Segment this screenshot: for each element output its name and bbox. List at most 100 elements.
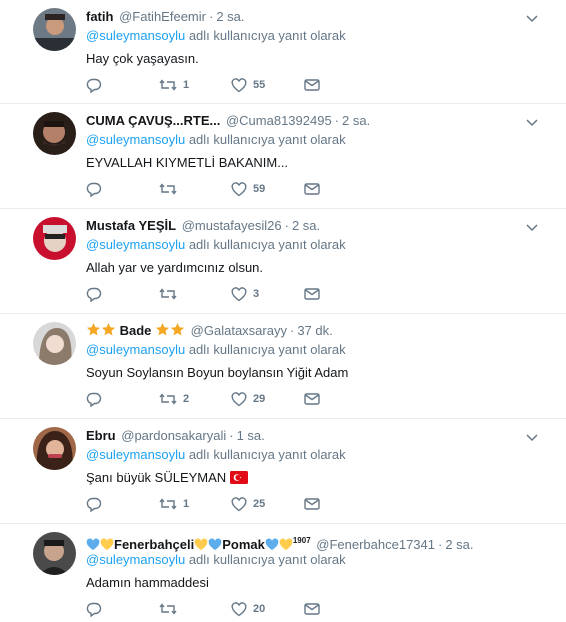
retweet-button[interactable] bbox=[159, 600, 183, 618]
heart-icon bbox=[231, 286, 247, 301]
like-button[interactable]: 3 bbox=[231, 285, 259, 303]
retweet-icon bbox=[159, 288, 177, 300]
timestamp[interactable]: 2 sa. bbox=[216, 9, 244, 24]
avatar[interactable] bbox=[33, 217, 76, 260]
reply-button[interactable] bbox=[86, 76, 108, 94]
mention-link[interactable]: @suleymansoylu bbox=[86, 237, 185, 252]
tweet-header: fatih @FatihEfeemir · 2 sa. bbox=[86, 8, 245, 25]
display-name[interactable]: CUMA ÇAVUŞ...RTE... bbox=[86, 113, 220, 128]
mention-link[interactable]: @suleymansoylu bbox=[86, 28, 185, 43]
retweet-icon bbox=[159, 79, 177, 91]
user-handle[interactable]: @pardonsakaryali bbox=[121, 428, 226, 443]
star-icon bbox=[86, 322, 101, 336]
yellow-heart-icon bbox=[194, 538, 208, 551]
direct-message-button[interactable] bbox=[304, 285, 320, 303]
direct-message-button[interactable] bbox=[304, 390, 320, 408]
tweet[interactable]: Ebru @pardonsakaryali · 1 sa. @suleymansoy… bbox=[0, 419, 566, 524]
like-button[interactable]: 25 bbox=[231, 495, 265, 513]
envelope-icon bbox=[304, 183, 320, 195]
chevron-down-icon bbox=[526, 119, 538, 127]
like-count: 29 bbox=[253, 393, 266, 405]
separator-dot: · bbox=[229, 428, 234, 443]
timestamp[interactable]: 2 sa. bbox=[292, 218, 320, 233]
chevron-down-icon bbox=[526, 15, 538, 23]
chevron-down-icon bbox=[526, 434, 538, 442]
reply-button[interactable] bbox=[86, 390, 108, 408]
tweet-header: Bade @Galataxsarayy · 37 dk. bbox=[86, 322, 333, 339]
reply-context: @suleymansoylu adlı kullanıcıya yanıt ol… bbox=[86, 341, 346, 358]
heart-icon bbox=[231, 77, 247, 92]
reply-prefix: adlı kullanıcıya yanıt olarak bbox=[188, 132, 346, 147]
like-button[interactable]: 20 bbox=[231, 600, 265, 618]
more-options-button[interactable] bbox=[526, 219, 538, 237]
avatar[interactable] bbox=[33, 427, 76, 470]
mention-link[interactable]: @suleymansoylu bbox=[86, 447, 185, 462]
retweet-button[interactable] bbox=[159, 180, 183, 198]
direct-message-button[interactable] bbox=[304, 180, 320, 198]
retweet-icon bbox=[159, 183, 177, 195]
user-handle[interactable]: @mustafayesil26 bbox=[182, 218, 282, 233]
tweet[interactable]: CUMA ÇAVUŞ...RTE... @Cuma81392495 · 2 sa. … bbox=[0, 104, 566, 209]
tweet-feed: fatih @FatihEfeemir · 2 sa. @suleymansoylu… bbox=[0, 0, 566, 622]
retweet-button[interactable] bbox=[159, 285, 183, 303]
tweet-header: Ebru @pardonsakaryali · 1 sa. bbox=[86, 427, 265, 444]
retweet-button[interactable]: 2 bbox=[159, 390, 189, 408]
user-handle[interactable]: @Cuma81392495 bbox=[226, 113, 332, 128]
avatar[interactable] bbox=[33, 112, 76, 155]
display-name[interactable]: Ebru bbox=[86, 428, 116, 443]
avatar[interactable] bbox=[33, 322, 76, 365]
timestamp[interactable]: 37 dk. bbox=[297, 323, 332, 338]
mention-link[interactable]: @suleymansoylu bbox=[86, 132, 185, 147]
star-icon bbox=[170, 322, 185, 336]
display-name[interactable]: fatih bbox=[86, 9, 113, 24]
reply-button[interactable] bbox=[86, 180, 108, 198]
user-handle[interactable]: @Galataxsarayy bbox=[191, 323, 287, 338]
like-button[interactable]: 55 bbox=[231, 76, 265, 94]
blue-heart-icon bbox=[86, 538, 100, 551]
more-options-button[interactable] bbox=[526, 114, 538, 132]
mention-link[interactable]: @suleymansoylu bbox=[86, 552, 185, 567]
retweet-icon bbox=[159, 603, 177, 615]
mention-link[interactable]: @suleymansoylu bbox=[86, 342, 185, 357]
direct-message-button[interactable] bbox=[304, 495, 320, 513]
more-options-button[interactable] bbox=[526, 10, 538, 28]
timestamp[interactable]: 2 sa. bbox=[445, 537, 473, 552]
reply-icon bbox=[86, 78, 102, 93]
reply-button[interactable] bbox=[86, 495, 108, 513]
tweet[interactable]: Bade @Galataxsarayy · 37 dk. @suleymansoyl… bbox=[0, 314, 566, 419]
tweet[interactable]: Fenerbahçeli Pomak 1907 @Fenerbahce17341 · 2… bbox=[0, 524, 566, 622]
tweet-actions: 1 55 bbox=[86, 76, 346, 94]
user-handle[interactable]: @Fenerbahce17341 bbox=[316, 537, 435, 552]
timestamp[interactable]: 2 sa. bbox=[342, 113, 370, 128]
tweet[interactable]: fatih @FatihEfeemir · 2 sa. @suleymansoylu… bbox=[0, 0, 566, 104]
like-button[interactable]: 29 bbox=[231, 390, 265, 408]
display-name-part1[interactable]: Fenerbahçeli bbox=[114, 537, 194, 552]
more-options-button[interactable] bbox=[526, 429, 538, 447]
yellow-heart-icon bbox=[100, 538, 114, 551]
yellow-heart-icon bbox=[279, 538, 293, 551]
tweet[interactable]: Mustafa YEŞİL @mustafayesil26 · 2 sa. @sul… bbox=[0, 209, 566, 314]
reply-button[interactable] bbox=[86, 600, 108, 618]
separator-dot: · bbox=[438, 537, 443, 552]
like-count: 20 bbox=[253, 603, 266, 615]
retweet-icon bbox=[159, 498, 177, 510]
reply-button[interactable] bbox=[86, 285, 108, 303]
display-name[interactable]: Bade bbox=[120, 323, 152, 338]
avatar[interactable] bbox=[33, 8, 76, 51]
chevron-down-icon bbox=[526, 224, 538, 232]
retweet-button[interactable]: 1 bbox=[159, 76, 189, 94]
display-name-part2[interactable]: Pomak bbox=[222, 537, 265, 552]
direct-message-button[interactable] bbox=[304, 600, 320, 618]
like-count: 3 bbox=[253, 288, 260, 300]
avatar[interactable] bbox=[33, 532, 76, 575]
display-name[interactable]: Mustafa YEŞİL bbox=[86, 218, 176, 233]
retweet-button[interactable]: 1 bbox=[159, 495, 189, 513]
star-icon bbox=[101, 322, 116, 336]
like-button[interactable]: 59 bbox=[231, 180, 265, 198]
reply-context: @suleymansoylu adlı kullanıcıya yanıt ol… bbox=[86, 446, 346, 463]
reply-context: @suleymansoylu adlı kullanıcıya yanıt ol… bbox=[86, 236, 346, 253]
user-handle[interactable]: @FatihEfeemir bbox=[119, 9, 206, 24]
direct-message-button[interactable] bbox=[304, 76, 320, 94]
envelope-icon bbox=[304, 498, 320, 510]
timestamp[interactable]: 1 sa. bbox=[237, 428, 265, 443]
